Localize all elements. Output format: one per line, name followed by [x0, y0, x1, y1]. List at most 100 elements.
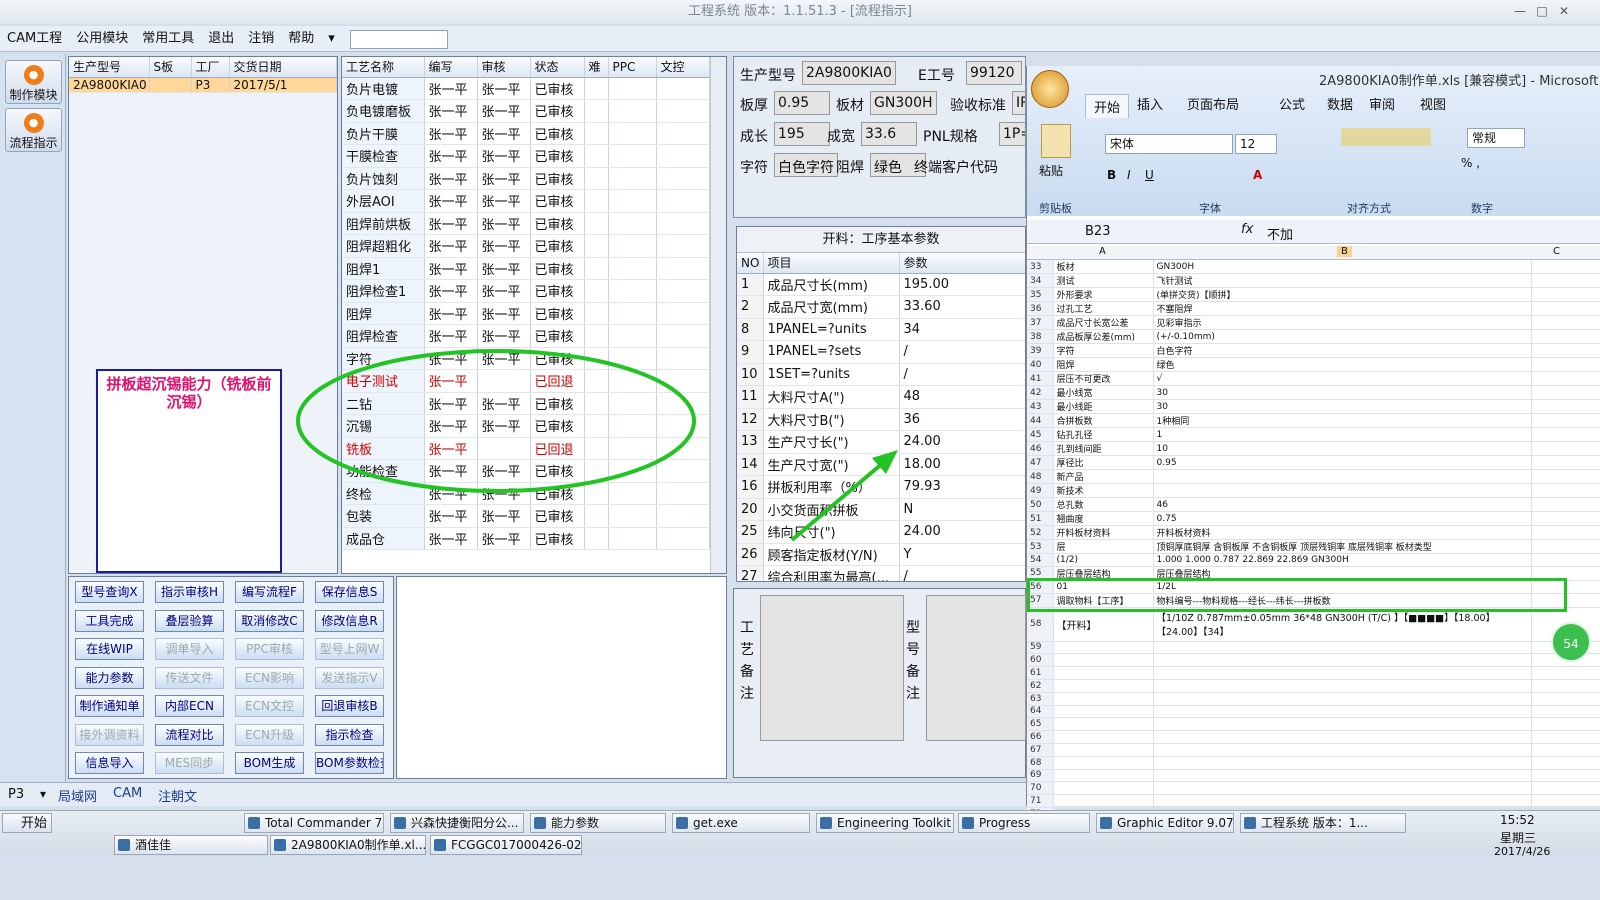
cell-c[interactable]: [1531, 413, 1600, 428]
cell-b[interactable]: 0.95: [1153, 455, 1532, 470]
cell-b[interactable]: 【1/10Z 0.787mm±0.05mm 36*48 GN300H (T/C)…: [1153, 607, 1532, 642]
action-button[interactable]: ECN影响: [235, 666, 304, 689]
sheet-row[interactable]: 37 成品尺寸长宽公差 见彩审指示: [1027, 315, 1600, 330]
cell-c[interactable]: [1531, 679, 1600, 693]
cell-a[interactable]: [1053, 705, 1154, 719]
function-icon[interactable]: fx: [1241, 222, 1253, 237]
paste-icon[interactable]: [1041, 124, 1071, 158]
cell-a[interactable]: 层: [1053, 539, 1154, 554]
model-remark-field[interactable]: [926, 595, 1026, 741]
action-button[interactable]: 指示审核H: [155, 581, 224, 603]
sheet-row[interactable]: 61: [1027, 666, 1600, 680]
cell-b[interactable]: 飞针测试: [1153, 273, 1532, 288]
param-value[interactable]: /: [899, 565, 1025, 581]
menu-combo[interactable]: [349, 30, 448, 49]
chevron-down-icon[interactable]: ▾: [40, 787, 46, 801]
sheet-row[interactable]: 54 (1/2) 1.000 1.000 0.787 22.869 22.869 G…: [1027, 553, 1600, 567]
param-value[interactable]: 48: [899, 385, 1025, 409]
tab-lan[interactable]: 局域网: [58, 786, 97, 805]
menu-help[interactable]: 帮助: [281, 26, 321, 52]
taskbar-item[interactable]: 能力参数: [530, 813, 666, 833]
cell-b[interactable]: [1153, 756, 1532, 770]
table-row[interactable]: 27 综合利用率为最高(... /: [737, 565, 1025, 581]
param-value[interactable]: Y: [899, 543, 1025, 566]
cell-a[interactable]: 钻孔孔径: [1053, 427, 1154, 442]
cell-c[interactable]: [1531, 539, 1600, 554]
sheet-row[interactable]: 70: [1027, 781, 1600, 796]
taskbar-item[interactable]: 2A9800KIA0制作单.xl...: [270, 835, 426, 855]
cell-b[interactable]: [1153, 705, 1532, 719]
cell-b[interactable]: [1153, 692, 1532, 706]
process-scrollbar[interactable]: [710, 57, 726, 573]
cell-c[interactable]: [1531, 260, 1600, 274]
col-factory[interactable]: 工厂: [191, 57, 230, 78]
sheet-row[interactable]: 49 新技术: [1027, 483, 1600, 498]
sheet-row[interactable]: 67: [1027, 743, 1600, 757]
cell-c[interactable]: [1531, 730, 1600, 744]
action-button[interactable]: 取消修改C: [235, 609, 304, 632]
menu-public[interactable]: 公用模块: [69, 26, 135, 52]
taskbar-item[interactable]: 工程系统 版本：1...: [1240, 813, 1406, 833]
sheet-row[interactable]: 64: [1027, 705, 1600, 719]
table-row[interactable]: 1 成品尺寸长(mm) 195.00: [737, 273, 1025, 296]
cell-a[interactable]: 合拼板数: [1053, 413, 1154, 428]
col-b-header[interactable]: B: [1337, 246, 1352, 257]
cell-b[interactable]: 30: [1153, 399, 1532, 414]
col-c-header[interactable]: C: [1553, 246, 1560, 257]
sheet-row[interactable]: 65: [1027, 717, 1600, 732]
action-button[interactable]: 型号查询X: [75, 581, 144, 603]
col-reviewer[interactable]: 审核: [477, 57, 531, 78]
sheet-row[interactable]: 59: [1027, 641, 1600, 655]
sheet-row[interactable]: 63: [1027, 692, 1600, 706]
cell-b[interactable]: [1153, 469, 1532, 484]
action-button[interactable]: ECN升级: [235, 723, 304, 746]
sheet-row[interactable]: 38 成品板厚公差(mm) (+/-0.10mm): [1027, 329, 1600, 344]
sheet-row[interactable]: 62: [1027, 679, 1600, 693]
info-value[interactable]: 0.95: [774, 91, 830, 115]
col-writer[interactable]: 编写: [424, 57, 478, 78]
font-name-select[interactable]: 宋体: [1105, 134, 1233, 154]
cell-b[interactable]: [1153, 641, 1532, 655]
param-value[interactable]: 195.00: [899, 273, 1025, 296]
taskbar-item[interactable]: 酒佳佳: [114, 835, 268, 855]
table-row[interactable]: 8 1PANEL=?units 34: [737, 318, 1025, 341]
param-value[interactable]: 34: [899, 318, 1025, 341]
col-s[interactable]: S板: [149, 57, 192, 78]
table-row[interactable]: 成品仓 张一平 张一平 已审核: [342, 527, 710, 550]
cell-a[interactable]: 最小线宽: [1053, 385, 1154, 400]
action-button[interactable]: 能力参数: [75, 666, 144, 689]
sheet-row[interactable]: 43 最小线距 30: [1027, 399, 1600, 414]
table-row[interactable]: 阻焊检查 张一平 张一平 已审核: [342, 324, 710, 348]
maximize-icon[interactable]: □: [1534, 3, 1550, 19]
cell-a[interactable]: [1053, 730, 1154, 744]
cell-c[interactable]: [1531, 692, 1600, 706]
tab-note[interactable]: 注朝文: [158, 786, 197, 805]
cell-b[interactable]: [1153, 794, 1532, 808]
cell-a[interactable]: 厚径比: [1053, 455, 1154, 470]
action-button[interactable]: 型号上网W: [315, 638, 384, 660]
action-button[interactable]: ECN文控: [235, 695, 304, 717]
cell-c[interactable]: [1531, 301, 1600, 316]
sheet-row[interactable]: 66: [1027, 730, 1600, 744]
cell-c[interactable]: [1531, 483, 1600, 498]
tab-cam[interactable]: CAM: [113, 786, 142, 801]
menu-cam[interactable]: CAM工程: [0, 26, 69, 52]
cell-c[interactable]: [1531, 441, 1600, 456]
action-button[interactable]: PPC审核: [235, 638, 304, 660]
sheet-row[interactable]: 51 翘曲度 0.75: [1027, 511, 1600, 526]
cell-a[interactable]: 层压不可更改: [1053, 371, 1154, 386]
action-button[interactable]: 指示检查: [315, 723, 384, 746]
process-remark-field[interactable]: [760, 595, 904, 741]
cell-c[interactable]: [1531, 455, 1600, 470]
cell-a[interactable]: [1053, 666, 1154, 680]
cell-a[interactable]: 过孔工艺: [1053, 301, 1154, 316]
table-row[interactable]: 阻焊检查1 张一平 张一平 已审核: [342, 279, 710, 303]
action-button[interactable]: 流程对比: [155, 723, 224, 746]
cell-c[interactable]: [1531, 399, 1600, 414]
table-row[interactable]: 阻焊1 张一平 张一平 已审核: [342, 257, 710, 280]
action-button[interactable]: 调单导入: [155, 638, 224, 660]
table-row[interactable]: 负片蚀刻 张一平 张一平 已审核: [342, 167, 710, 190]
cell-c[interactable]: [1531, 781, 1600, 796]
table-row[interactable]: 负电镀磨板 张一平 张一平 已审核: [342, 99, 710, 123]
col-a-header[interactable]: A: [1099, 246, 1106, 257]
